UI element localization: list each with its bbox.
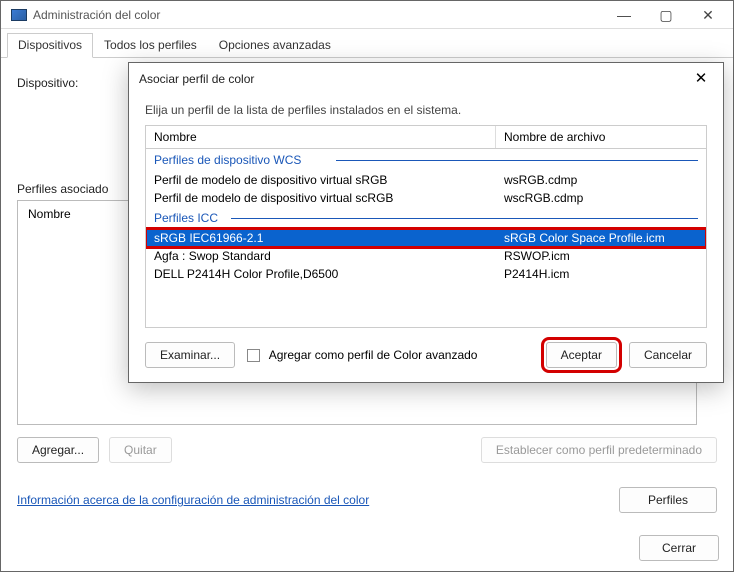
cancel-button[interactable]: Cancelar xyxy=(629,342,707,368)
advanced-checkbox[interactable] xyxy=(247,349,260,362)
tab-advanced-options[interactable]: Opciones avanzadas xyxy=(208,33,342,57)
main-button-row: Agregar... Quitar Establecer como perfil… xyxy=(17,437,717,463)
set-default-button: Establecer como perfil predeterminado xyxy=(481,437,717,463)
add-button[interactable]: Agregar... xyxy=(17,437,99,463)
ok-button[interactable]: Aceptar xyxy=(546,342,617,368)
profile-file: sRGB Color Space Profile.icm xyxy=(504,231,698,245)
profile-file: RSWOP.icm xyxy=(504,249,698,263)
profile-name: DELL P2414H Color Profile,D6500 xyxy=(154,267,504,281)
advanced-checkbox-label[interactable]: Agregar como perfil de Color avanzado xyxy=(247,348,477,362)
profile-row-selected[interactable]: sRGB IEC61966-2.1 sRGB Color Space Profi… xyxy=(146,229,706,247)
help-link[interactable]: Información acerca de la configuración d… xyxy=(17,493,369,507)
profiles-button[interactable]: Perfiles xyxy=(619,487,717,513)
footer-bar: Cerrar xyxy=(639,535,719,561)
remove-button: Quitar xyxy=(109,437,172,463)
close-main-button[interactable]: Cerrar xyxy=(639,535,719,561)
title-bar: Administración del color — ▢ ✕ xyxy=(1,1,733,29)
advanced-checkbox-text: Agregar como perfil de Color avanzado xyxy=(269,348,478,362)
column-header-name[interactable]: Nombre xyxy=(146,126,496,148)
profile-name: sRGB IEC61966-2.1 xyxy=(154,231,504,245)
profile-row[interactable]: DELL P2414H Color Profile,D6500 P2414H.i… xyxy=(146,265,706,283)
tab-devices[interactable]: Dispositivos xyxy=(7,33,93,58)
associate-profile-dialog: Asociar perfil de color ✕ Elija un perfi… xyxy=(128,62,724,383)
profile-file: wscRGB.cdmp xyxy=(504,191,698,205)
dialog-close-button[interactable]: ✕ xyxy=(689,69,713,89)
dialog-button-row: Examinar... Agregar como perfil de Color… xyxy=(145,342,707,368)
tab-strip: Dispositivos Todos los perfiles Opciones… xyxy=(1,31,733,58)
profile-file: P2414H.icm xyxy=(504,267,698,281)
profile-name: Perfil de modelo de dispositivo virtual … xyxy=(154,191,504,205)
profile-row[interactable]: Perfil de modelo de dispositivo virtual … xyxy=(146,189,706,207)
profile-row[interactable]: Agfa : Swop Standard RSWOP.icm xyxy=(146,247,706,265)
profile-list-header: Nombre Nombre de archivo xyxy=(145,125,707,148)
profile-row[interactable]: Perfil de modelo de dispositivo virtual … xyxy=(146,171,706,189)
profile-file: wsRGB.cdmp xyxy=(504,173,698,187)
group-icc: Perfiles ICC xyxy=(146,207,706,229)
dialog-instruction: Elija un perfil de la lista de perfiles … xyxy=(145,103,707,117)
tab-all-profiles[interactable]: Todos los perfiles xyxy=(93,33,208,57)
maximize-button[interactable]: ▢ xyxy=(645,8,687,22)
profile-name: Agfa : Swop Standard xyxy=(154,249,504,263)
browse-button[interactable]: Examinar... xyxy=(145,342,235,368)
profile-name: Perfil de modelo de dispositivo virtual … xyxy=(154,173,504,187)
window-title: Administración del color xyxy=(33,8,603,22)
minimize-button[interactable]: — xyxy=(603,8,645,22)
group-wcs: Perfiles de dispositivo WCS xyxy=(146,149,706,171)
dialog-title: Asociar perfil de color xyxy=(139,72,689,86)
close-button[interactable]: ✕ xyxy=(687,8,729,22)
dialog-title-bar: Asociar perfil de color ✕ xyxy=(129,63,723,95)
profile-list[interactable]: Perfiles de dispositivo WCS Perfil de mo… xyxy=(145,148,707,328)
app-icon xyxy=(11,9,27,21)
column-header-filename[interactable]: Nombre de archivo xyxy=(496,126,706,148)
